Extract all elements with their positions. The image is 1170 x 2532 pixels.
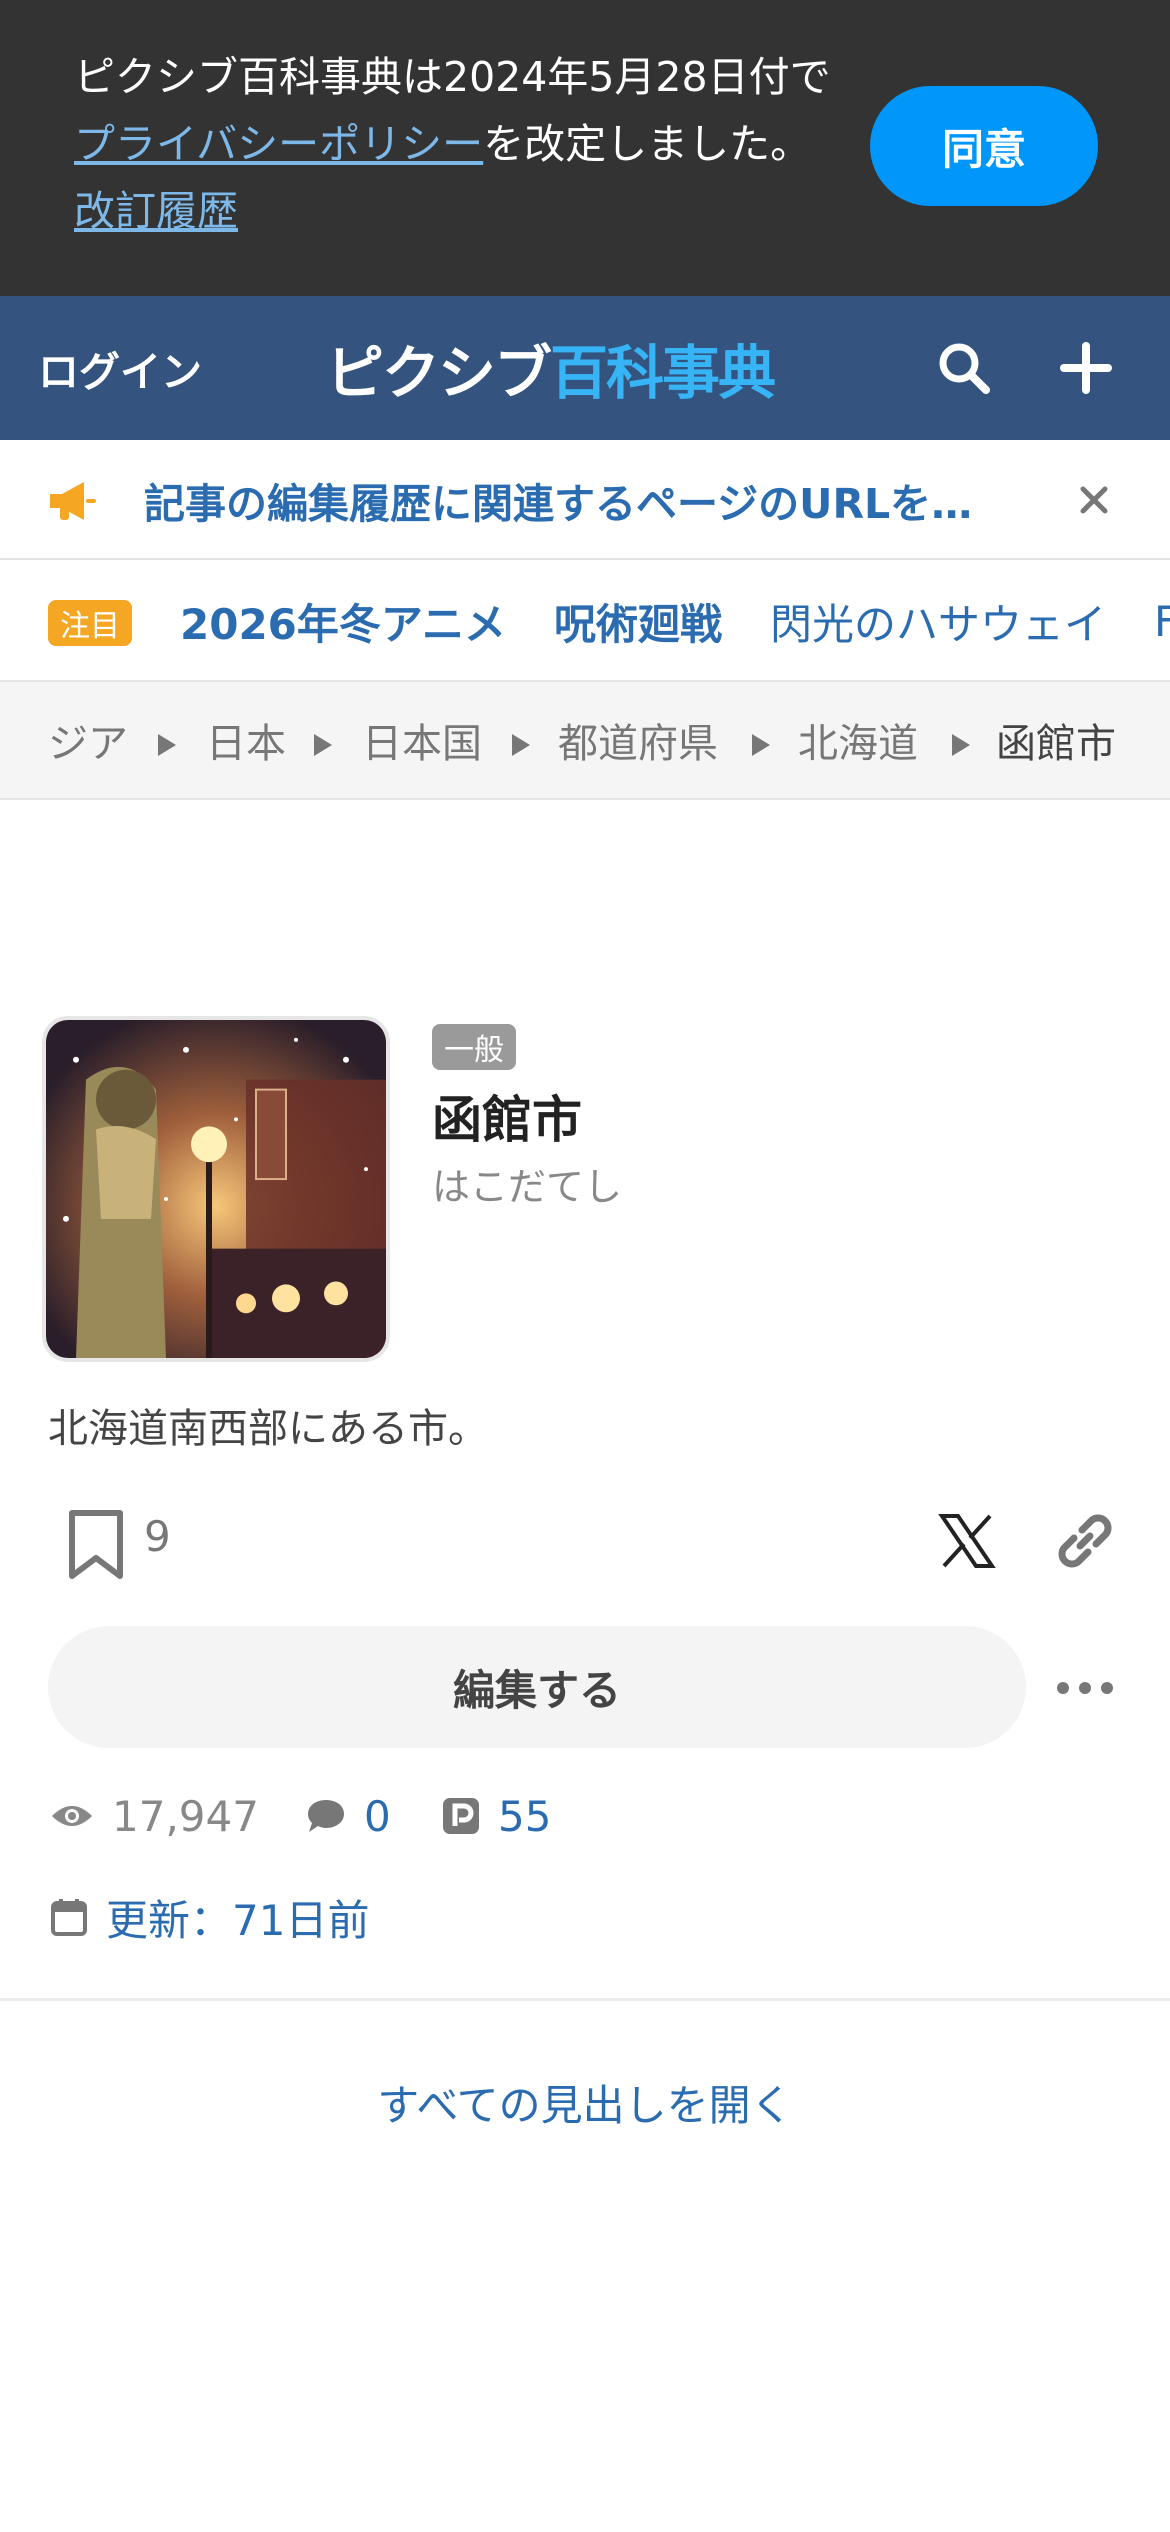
category-badge: 一般 <box>432 1024 516 1070</box>
edit-button[interactable]: 編集する <box>48 1626 1026 1748</box>
bookmark-count: 9 <box>144 1512 171 1561</box>
breadcrumb-item[interactable]: 都道府県 <box>558 682 718 798</box>
breadcrumb-arrow-icon <box>952 734 970 756</box>
breadcrumb-item[interactable]: 日本 <box>206 682 286 798</box>
trending-tag[interactable]: 呪術廻戦 <box>554 560 722 680</box>
pixiv-works-count[interactable]: 55 <box>442 1788 551 1844</box>
breadcrumb: ジア 日本 日本国 都道府県 北海道 函館市 <box>0 682 1170 800</box>
trending-tags: 注目 2026年冬アニメ 呪術廻戦 閃光のハサウェイ F <box>0 560 1170 682</box>
pixiv-works-count-value: 55 <box>498 1791 552 1841</box>
open-all-headings-link[interactable]: すべての見出しを開く <box>0 2072 1170 2133</box>
view-count-value: 17,947 <box>112 1791 259 1841</box>
notice-text[interactable]: 記事の編集履歴に関連するページのURLを… <box>144 440 1004 560</box>
logo-part-pixiv: ピクシブ <box>326 339 552 407</box>
more-options-icon[interactable] <box>1050 1660 1120 1716</box>
search-icon[interactable] <box>928 332 1000 404</box>
section-divider <box>0 1998 1170 2001</box>
logo-part-dictionary: 百科事典 <box>550 339 776 407</box>
updated-text: 更新：71日前 <box>106 1895 370 1945</box>
comment-count[interactable]: 0 <box>306 1788 391 1844</box>
close-icon[interactable] <box>1070 476 1118 524</box>
trending-tag[interactable]: 2026年冬アニメ <box>180 560 506 680</box>
breadcrumb-arrow-icon <box>314 734 332 756</box>
privacy-policy-link[interactable]: プライバシーポリシー <box>74 120 483 168</box>
privacy-text-before: ピクシブ百科事典は2024年5月28日付で <box>74 53 831 101</box>
breadcrumb-item[interactable]: ジア <box>48 682 128 798</box>
notice-bar[interactable]: 記事の編集履歴に関連するページのURLを… <box>0 440 1170 560</box>
trending-tag[interactable]: 閃光のハサウェイ <box>770 560 1106 680</box>
breadcrumb-current: 函館市 <box>996 721 1116 767</box>
article-thumbnail[interactable] <box>42 1016 390 1362</box>
article-reading: はこだてし <box>432 1165 623 1209</box>
article-summary: 北海道南西部にある市。 <box>48 1406 488 1452</box>
updated-info[interactable]: 更新：71日前 <box>50 1888 369 1946</box>
revision-history-link[interactable]: 改訂履歴 <box>74 187 238 235</box>
breadcrumb-item[interactable]: 北海道 <box>798 682 918 798</box>
breadcrumb-arrow-icon <box>158 734 176 756</box>
breadcrumb-item[interactable]: 日本国 <box>362 682 482 798</box>
pixiv-icon <box>443 1798 479 1834</box>
trending-badge: 注目 <box>48 600 132 646</box>
login-link[interactable]: ログイン <box>38 296 202 440</box>
trending-tag[interactable]: F <box>1154 560 1170 680</box>
breadcrumb-arrow-icon <box>752 734 770 756</box>
breadcrumb-arrow-icon <box>512 734 530 756</box>
calendar-icon <box>51 1899 87 1936</box>
link-icon[interactable] <box>1052 1508 1118 1574</box>
site-logo[interactable]: ピクシブ 百科事典 <box>326 296 776 440</box>
eye-icon <box>52 1806 92 1826</box>
megaphone-icon <box>46 476 96 526</box>
site-header: ログイン ピクシブ 百科事典 <box>0 296 1170 440</box>
view-count: 17,947 <box>50 1788 259 1844</box>
privacy-banner: ピクシブ百科事典は2024年5月28日付でプライバシーポリシーを改定しました。改… <box>0 0 1170 296</box>
comment-count-value: 0 <box>364 1791 391 1841</box>
comment-icon <box>308 1800 344 1832</box>
plus-icon[interactable] <box>1050 332 1122 404</box>
bookmark-icon[interactable] <box>66 1508 126 1582</box>
x-share-icon[interactable] <box>938 1512 996 1570</box>
privacy-text-middle: を改定しました。 <box>483 120 812 168</box>
agree-button[interactable]: 同意 <box>870 86 1098 206</box>
article-title: 函館市 <box>432 1091 582 1149</box>
privacy-notice-text: ピクシブ百科事典は2024年5月28日付でプライバシーポリシーを改定しました。改… <box>74 44 834 245</box>
